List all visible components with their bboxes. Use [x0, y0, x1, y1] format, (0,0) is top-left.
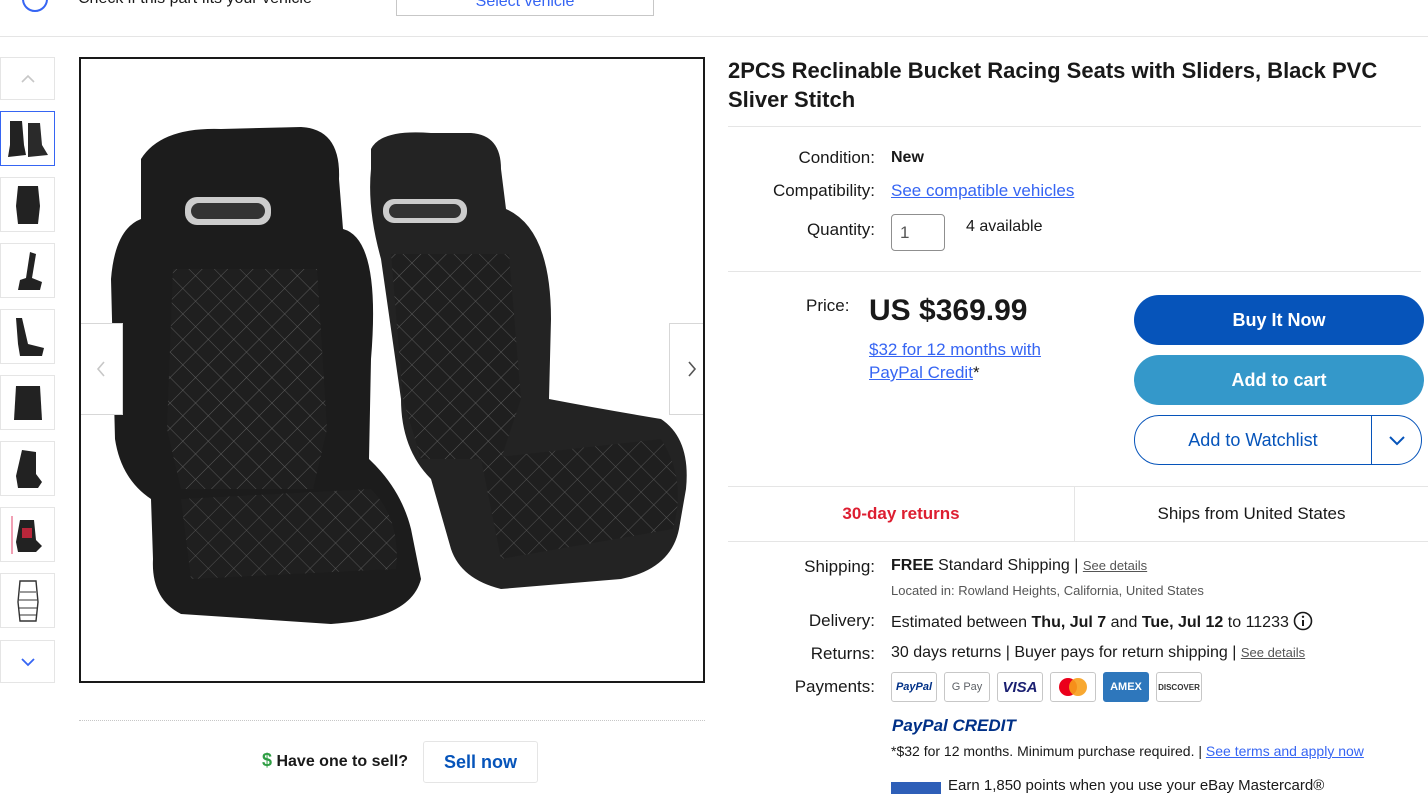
separator: |	[1074, 557, 1079, 574]
thumbnail-2[interactable]	[0, 177, 55, 232]
item-location: Located in: Rowland Heights, California,…	[891, 583, 1204, 598]
thumbnail-3[interactable]	[0, 243, 55, 298]
delivery-pre: Estimated between	[891, 614, 1028, 631]
delivery-and: and	[1110, 614, 1138, 631]
paypal-credit-logo: PayPal CREDIT	[892, 716, 1016, 735]
payments-label: Payments:	[794, 677, 875, 696]
buy-it-now-button[interactable]: Buy It Now	[1134, 295, 1424, 345]
seat-angle-thumbnail-image	[15, 449, 42, 488]
returns-label: Returns:	[810, 644, 875, 663]
chevron-left-icon	[96, 361, 105, 377]
compatibility-label: Compatibility:	[772, 181, 875, 200]
seat-diagram-thumbnail-image	[16, 579, 39, 622]
next-image-button[interactable]	[669, 323, 703, 415]
sell-question-text: Have one to sell?	[276, 753, 409, 770]
thumb-scroll-down-button[interactable]	[0, 640, 55, 683]
chevron-down-icon	[20, 657, 35, 666]
ebay-mastercard-image	[891, 782, 941, 794]
fitment-bar: Check if this part fits your vehicle Sel…	[0, 0, 1428, 37]
ships-from-badge: Ships from United States	[1157, 504, 1346, 523]
delivery-start-date: Thu, Jul 7	[1031, 614, 1107, 631]
thumbnail-8[interactable]	[0, 573, 55, 628]
thumbnail-5[interactable]	[0, 375, 55, 430]
shipping-method: Standard Shipping	[938, 557, 1070, 574]
see-terms-link[interactable]: See terms and apply now	[1206, 743, 1364, 759]
watchlist-dropdown-button[interactable]	[1372, 416, 1422, 464]
credit-note-text: *$32 for 12 months. Minimum purchase req…	[891, 743, 1203, 759]
points-offer: Earn 1,850 points when you use your eBay…	[948, 777, 1325, 794]
payment-methods: PayPal G Pay VISA AMEX DISCOVER	[891, 672, 1202, 702]
paypal-credit-offer: $32 for 12 months with PayPal Credit*	[869, 338, 1099, 384]
racing-seats-image	[111, 127, 687, 624]
divider	[728, 126, 1421, 127]
returns-text: 30 days returns | Buyer pays for return …	[891, 644, 1237, 661]
main-product-image[interactable]	[79, 57, 705, 683]
delivery-value: Estimated between Thu, Jul 7 and Tue, Ju…	[891, 611, 1313, 632]
visa-logo: VISA	[997, 672, 1043, 702]
credit-asterisk: *	[972, 363, 980, 382]
returns-badge: 30-day returns	[728, 487, 1075, 541]
shipping-free: FREE	[891, 557, 934, 574]
thumbnail-7[interactable]	[0, 507, 55, 562]
price-value: US $369.99	[869, 294, 1028, 327]
seat-side-thumbnail-image	[17, 251, 42, 290]
mastercard-logo	[1050, 672, 1096, 702]
thumbnail-6[interactable]	[0, 441, 55, 496]
divider	[79, 720, 705, 721]
chevron-up-icon	[20, 74, 35, 83]
delivery-label: Delivery:	[808, 611, 875, 630]
sell-now-button[interactable]: Sell now	[423, 741, 538, 783]
returns-see-details-link[interactable]: See details	[1241, 645, 1305, 660]
shipping-see-details-link[interactable]: See details	[1083, 558, 1147, 573]
seat-dimensions-thumbnail-image	[11, 515, 42, 554]
seat-pair-thumbnail-image	[7, 120, 48, 157]
dollar-icon: $	[262, 750, 273, 770]
add-to-cart-button[interactable]: Add to cart	[1134, 355, 1424, 405]
amex-logo: AMEX	[1103, 672, 1149, 702]
paypal-logo: PayPal	[891, 672, 937, 702]
add-to-watchlist-button[interactable]: Add to Watchlist	[1135, 430, 1371, 451]
shipping-value: FREE Standard Shipping | See details	[891, 557, 1147, 575]
chevron-down-icon	[1389, 435, 1405, 445]
thumbnail-1[interactable]	[0, 111, 55, 166]
select-vehicle-button[interactable]: Select vehicle	[396, 0, 654, 16]
thumb-scroll-up-button[interactable]	[0, 57, 55, 100]
shipping-label: Shipping:	[804, 557, 875, 576]
info-icon[interactable]	[1293, 611, 1313, 631]
watchlist-control: Add to Watchlist	[1134, 415, 1422, 465]
previous-image-button[interactable]	[81, 323, 123, 415]
google-pay-logo: G Pay	[944, 672, 990, 702]
thumbnail-4[interactable]	[0, 309, 55, 364]
paypal-credit-link[interactable]: $32 for 12 months with PayPal Credit	[869, 340, 1041, 382]
item-title: 2PCS Reclinable Bucket Racing Seats with…	[728, 58, 1378, 112]
price-label: Price:	[806, 296, 850, 315]
chevron-right-icon	[687, 361, 696, 377]
seat-recline-thumbnail-image	[15, 317, 44, 356]
fitment-text: Check if this part fits your vehicle	[78, 0, 312, 8]
delivery-zip: to 11233	[1227, 614, 1289, 631]
condition-label: Condition:	[798, 148, 875, 167]
returns-value: 30 days returns | Buyer pays for return …	[891, 644, 1305, 662]
credit-note: *$32 for 12 months. Minimum purchase req…	[891, 743, 1364, 759]
see-compatible-vehicles-link[interactable]: See compatible vehicles	[891, 181, 1074, 201]
quantity-label: Quantity:	[806, 220, 875, 239]
seat-front-thumbnail-image	[15, 185, 40, 224]
highlights-bar: 30-day returns Ships from United States	[728, 486, 1428, 542]
sell-prompt: $ Have one to sell?	[262, 750, 408, 771]
condition-value: New	[891, 149, 924, 166]
divider	[728, 271, 1421, 272]
quantity-input[interactable]	[891, 214, 945, 251]
available-count: 4 available	[966, 218, 1043, 235]
plus-icon	[22, 0, 48, 12]
seat-back-thumbnail-image	[13, 385, 42, 420]
discover-logo: DISCOVER	[1156, 672, 1202, 702]
delivery-end-date: Tue, Jul 12	[1141, 614, 1224, 631]
